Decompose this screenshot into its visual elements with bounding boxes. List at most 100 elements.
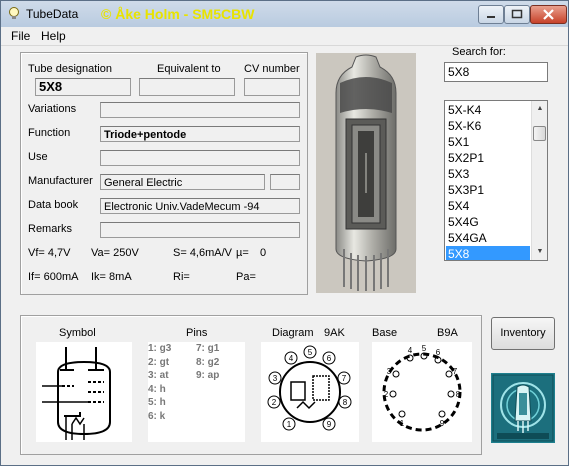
scroll-up-icon[interactable]: ▲ xyxy=(532,102,547,116)
pin-line: 9: ap xyxy=(196,370,220,381)
pin-line: 3: at xyxy=(148,370,169,381)
maximize-icon xyxy=(511,9,523,19)
svg-text:4: 4 xyxy=(289,354,294,363)
svg-text:7: 7 xyxy=(453,367,458,376)
pin-line: 2: gt xyxy=(148,356,170,368)
svg-text:8: 8 xyxy=(343,398,348,407)
pins-label: Pins xyxy=(186,327,208,339)
list-item[interactable]: 5X4GA xyxy=(446,230,530,246)
pin-line: 8: g2 xyxy=(196,356,220,368)
diagram-box: 4 5 6 7 8 9 1 2 3 xyxy=(261,342,359,442)
window-title: TubeData xyxy=(26,7,79,21)
svg-text:7: 7 xyxy=(342,374,347,383)
inventory-button[interactable]: Inventory xyxy=(491,317,555,350)
diagram-code: 9AK xyxy=(324,327,345,339)
svg-text:1: 1 xyxy=(287,420,292,429)
manufacturer-field[interactable]: General Electric xyxy=(100,174,265,190)
function-field[interactable]: Triode+pentode xyxy=(100,126,300,142)
pa-value: Pa= xyxy=(236,271,256,283)
svg-text:6: 6 xyxy=(327,354,332,363)
use-label: Use xyxy=(28,151,48,163)
base-code: B9A xyxy=(437,327,458,339)
databook-field[interactable]: Electronic Univ.VadeMecum -94 xyxy=(100,198,300,214)
equivalent-label: Equivalent to xyxy=(157,63,221,75)
list-item-selected[interactable]: 5X8 xyxy=(446,246,530,260)
minimize-button[interactable] xyxy=(478,5,504,24)
ri-value: Ri= xyxy=(173,271,190,283)
base-label: Base xyxy=(372,327,398,339)
use-field[interactable] xyxy=(100,150,300,166)
function-label: Function xyxy=(28,127,71,139)
tube-logo-icon xyxy=(492,374,554,442)
diagram-label: Diagram xyxy=(272,327,314,339)
svg-text:5: 5 xyxy=(422,344,427,353)
list-scrollbar[interactable]: ▲ ▼ xyxy=(531,101,547,260)
tube-photo xyxy=(316,53,416,293)
remarks-label: Remarks xyxy=(28,223,73,235)
designation-label: Tube designation xyxy=(28,63,112,75)
menu-bar: File Help xyxy=(1,27,568,46)
pin-diagram-icon: 4 5 6 7 8 9 1 2 3 xyxy=(267,345,352,431)
mu-value: 0 xyxy=(260,247,267,259)
list-item[interactable]: 5X3P1 xyxy=(446,182,530,198)
pin-line: 6: k xyxy=(148,410,166,422)
pin-line: 1: g3 xyxy=(148,343,172,354)
symbol-label: Symbol xyxy=(59,327,96,339)
base-diagram-icon: 4 5 6 7 8 9 1 2 3 xyxy=(382,344,462,432)
list-item[interactable]: 5X-K6 xyxy=(446,118,530,134)
variations-field[interactable] xyxy=(100,102,300,118)
lightbulb-icon xyxy=(9,7,19,19)
menu-help[interactable]: Help xyxy=(41,29,66,43)
va-value: Va= 250V xyxy=(91,247,139,259)
svg-text:9: 9 xyxy=(440,419,445,428)
cv-number-field[interactable] xyxy=(244,78,300,96)
search-input[interactable]: 5X8 xyxy=(444,62,548,82)
list-item[interactable]: 5X1 xyxy=(446,134,530,150)
svg-text:9: 9 xyxy=(327,420,332,429)
symbol-box xyxy=(36,342,132,442)
list-item[interactable]: 5X3 xyxy=(446,166,530,182)
list-item[interactable]: 5X-K4 xyxy=(446,102,530,118)
svg-text:6: 6 xyxy=(436,348,441,357)
vf-value: Vf= 4,7V xyxy=(28,247,71,259)
tube-list[interactable]: 5X-K4 5X-K6 5X1 5X2P1 5X3 5X3P1 5X4 5X4G… xyxy=(444,100,548,261)
list-item[interactable]: 5X2P1 xyxy=(446,150,530,166)
remarks-field[interactable] xyxy=(100,222,300,238)
pins-col1: 1: g3 2: gt 3: at 4: h 5: h 6: k xyxy=(148,342,171,423)
cv-label: CV number xyxy=(244,63,300,75)
title-bar[interactable]: TubeData © Åke Holm - SM5CBW xyxy=(1,1,568,27)
manufacturer-extra-field[interactable] xyxy=(270,174,300,190)
pin-line: 4: h xyxy=(148,383,166,395)
scroll-down-icon[interactable]: ▼ xyxy=(532,245,547,259)
manufacturer-label: Manufacturer xyxy=(28,175,93,187)
close-icon xyxy=(543,9,554,20)
list-item[interactable]: 5X4 xyxy=(446,198,530,214)
svg-text:3: 3 xyxy=(387,367,392,376)
svg-text:5: 5 xyxy=(308,348,313,357)
menu-file[interactable]: File xyxy=(11,29,30,43)
designation-field[interactable]: 5X8 xyxy=(35,78,131,96)
scroll-thumb[interactable] xyxy=(533,126,546,141)
pin-line: 5: h xyxy=(148,397,166,408)
pin-line: 7: g1 xyxy=(196,343,220,354)
databook-label: Data book xyxy=(28,199,79,211)
svg-text:2: 2 xyxy=(272,398,277,407)
svg-text:3: 3 xyxy=(273,374,278,383)
maximize-button[interactable] xyxy=(504,5,530,24)
list-item[interactable]: 5X4G xyxy=(446,214,530,230)
tube-logo xyxy=(491,373,555,443)
mu-label: µ= xyxy=(236,247,249,259)
svg-text:4: 4 xyxy=(408,346,413,355)
close-button[interactable] xyxy=(530,5,567,24)
search-label: Search for: xyxy=(452,46,506,58)
equivalent-field[interactable] xyxy=(139,78,235,96)
variations-label: Variations xyxy=(28,103,77,115)
svg-text:8: 8 xyxy=(456,390,461,399)
s-value: S= 4,6mA/V xyxy=(173,247,233,259)
author-credit: © Åke Holm - SM5CBW xyxy=(101,6,255,22)
if-value: If= 600mA xyxy=(28,271,79,283)
minimize-icon xyxy=(487,16,495,18)
tube-symbol-icon xyxy=(42,347,111,440)
app-window: TubeData © Åke Holm - SM5CBW File Help T… xyxy=(0,0,569,466)
pins-col2: 7: g1 8: g2 9: ap xyxy=(196,342,219,383)
